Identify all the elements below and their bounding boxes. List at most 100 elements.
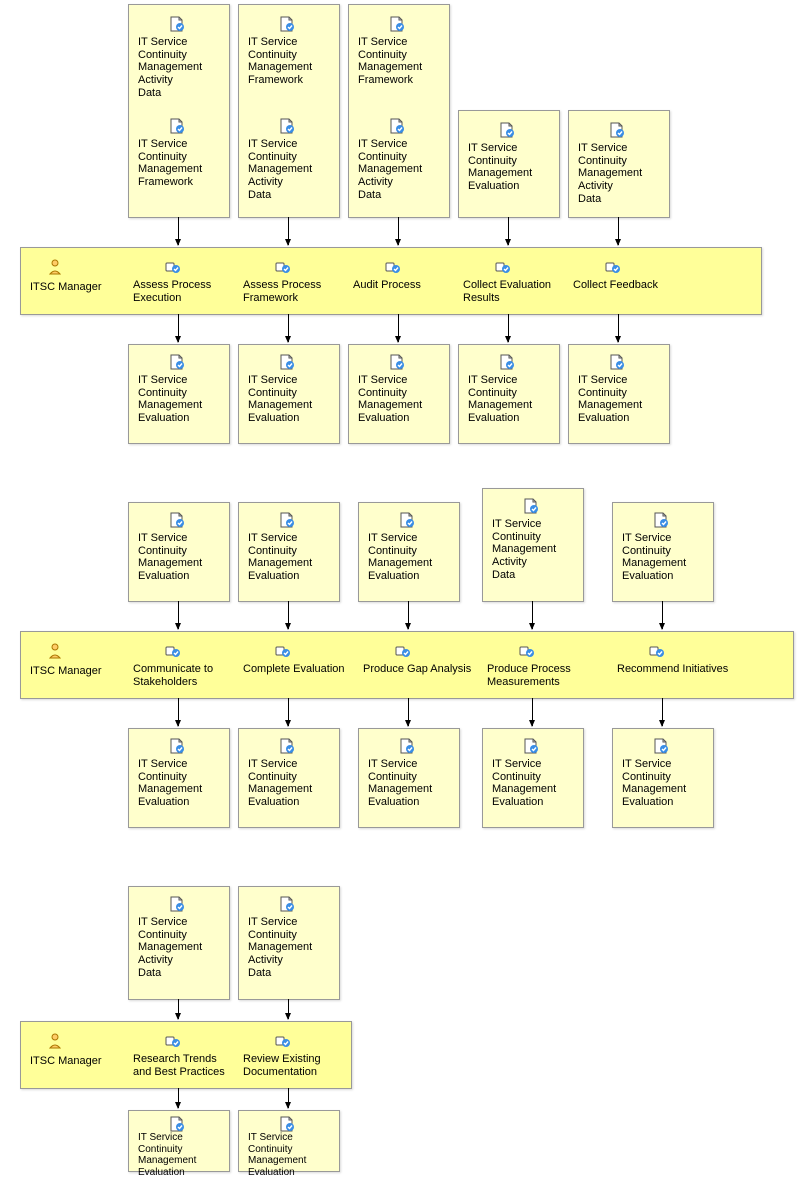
label: IT Service Continuity Management Evaluat…	[364, 529, 436, 586]
document-icon	[275, 735, 299, 757]
activity-label: Review Existing Documentation	[239, 1050, 325, 1081]
activity-icon	[161, 1030, 185, 1052]
document-icon	[165, 893, 189, 915]
arrow	[178, 999, 179, 1019]
document-icon	[275, 351, 299, 373]
label: IT Service Continuity Management Evaluat…	[134, 371, 206, 428]
label: IT Service Continuity Management Evaluat…	[244, 529, 316, 586]
arrow	[288, 1088, 289, 1108]
arrow	[178, 314, 179, 342]
arrow	[178, 698, 179, 726]
node: IT Service Continuity Management Evaluat…	[238, 728, 340, 828]
document-icon	[395, 735, 419, 757]
label: IT Service Continuity Management Evaluat…	[244, 371, 316, 428]
node: IT Service Continuity Management Evaluat…	[238, 1110, 340, 1172]
label: IT Service Continuity Management Activit…	[574, 139, 646, 208]
label: IT Service Continuity Management Activit…	[244, 135, 316, 204]
label: IT Service Continuity Management Framewo…	[134, 135, 206, 192]
document-icon	[165, 509, 189, 531]
label: IT Service Continuity Management Evaluat…	[134, 529, 206, 586]
person-icon	[43, 640, 67, 662]
activity-icon	[381, 256, 405, 278]
activity-label: Produce Gap Analysis	[359, 660, 475, 679]
document-icon	[519, 735, 543, 757]
document-icon	[605, 119, 629, 141]
node: IT Service Continuity Management Framewo…	[348, 4, 450, 218]
activity-label: Collect Feedback	[569, 276, 662, 295]
activity-icon	[515, 640, 539, 662]
role-label: ITSC Manager	[26, 662, 106, 681]
arrow	[532, 601, 533, 629]
document-icon	[649, 735, 673, 757]
activity-label: Communicate to Stakeholders	[129, 660, 217, 691]
arrow	[178, 1088, 179, 1108]
document-icon	[395, 509, 419, 531]
node: IT Service Continuity Management Evaluat…	[128, 728, 230, 828]
activity-icon	[391, 640, 415, 662]
document-icon	[165, 351, 189, 373]
document-icon	[165, 13, 189, 35]
activity-icon	[161, 640, 185, 662]
arrow	[398, 217, 399, 245]
node: IT Service Continuity Management Activit…	[238, 886, 340, 1000]
label: IT Service Continuity Management Evaluat…	[244, 755, 316, 812]
label: IT Service Continuity Management Evaluat…	[574, 371, 646, 428]
label: IT Service Continuity Management Evaluat…	[134, 1129, 200, 1181]
document-icon	[519, 495, 543, 517]
node: IT Service Continuity Management Evaluat…	[612, 502, 714, 602]
label: IT Service Continuity Management Evaluat…	[244, 1129, 310, 1181]
person-icon	[43, 1030, 67, 1052]
node: IT Service Continuity Management Evaluat…	[128, 344, 230, 444]
node: IT Service Continuity Management Evaluat…	[358, 728, 460, 828]
node: IT Service Continuity Management Evaluat…	[358, 502, 460, 602]
document-icon	[495, 351, 519, 373]
label: IT Service Continuity Management Activit…	[134, 33, 206, 102]
swimlane: ITSC Manager Assess Process Execution As…	[20, 247, 762, 315]
activity-icon	[491, 256, 515, 278]
activity-label: Complete Evaluation	[239, 660, 349, 679]
activity-icon	[601, 256, 625, 278]
swimlane: ITSC Manager Communicate to Stakeholders…	[20, 631, 794, 699]
document-icon	[385, 115, 409, 137]
activity-label: Produce Process Measurements	[483, 660, 575, 691]
document-icon	[385, 351, 409, 373]
label: IT Service Continuity Management Evaluat…	[354, 371, 426, 428]
label: IT Service Continuity Management Framewo…	[354, 33, 426, 90]
arrow	[178, 601, 179, 629]
document-icon	[495, 119, 519, 141]
activity-label: Recommend Initiatives	[613, 660, 732, 679]
document-icon	[275, 115, 299, 137]
label: IT Service Continuity Management Activit…	[244, 913, 316, 982]
arrow	[662, 601, 663, 629]
arrow	[288, 601, 289, 629]
diagram-canvas: IT Service Continuity Management Activit…	[0, 0, 807, 1177]
node: IT Service Continuity Management Framewo…	[238, 4, 340, 218]
document-icon	[275, 509, 299, 531]
person-icon	[43, 256, 67, 278]
arrow	[508, 217, 509, 245]
activity-icon	[161, 256, 185, 278]
arrow	[288, 698, 289, 726]
node: IT Service Continuity Management Evaluat…	[128, 502, 230, 602]
label: IT Service Continuity Management Evaluat…	[464, 139, 536, 196]
document-icon	[165, 735, 189, 757]
node: IT Service Continuity Management Activit…	[128, 886, 230, 1000]
activity-icon	[271, 640, 295, 662]
label: IT Service Continuity Management Framewo…	[244, 33, 316, 90]
arrow	[618, 314, 619, 342]
arrow	[662, 698, 663, 726]
label: IT Service Continuity Management Evaluat…	[364, 755, 436, 812]
label: IT Service Continuity Management Activit…	[354, 135, 426, 204]
label: IT Service Continuity Management Evaluat…	[464, 371, 536, 428]
node: IT Service Continuity Management Activit…	[568, 110, 670, 218]
label: IT Service Continuity Management Evaluat…	[488, 755, 560, 812]
label: IT Service Continuity Management Evaluat…	[134, 755, 206, 812]
arrow	[288, 217, 289, 245]
activity-label: Collect Evaluation Results	[459, 276, 555, 307]
arrow	[508, 314, 509, 342]
activity-icon	[645, 640, 669, 662]
arrow	[408, 698, 409, 726]
label: IT Service Continuity Management Evaluat…	[618, 529, 690, 586]
node: IT Service Continuity Management Evaluat…	[568, 344, 670, 444]
document-icon	[385, 13, 409, 35]
